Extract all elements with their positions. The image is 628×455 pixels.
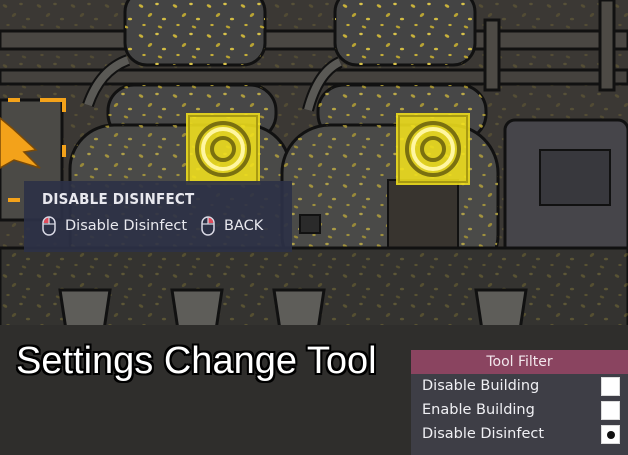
tool-filter-option-label: Disable Disinfect [422,426,545,442]
tool-filter-option-enable-building[interactable]: Enable Building [411,398,628,422]
tool-action-row: Disable Disinfect BACK [42,216,292,236]
tool-title: DISABLE DISINFECT [42,190,195,208]
tool-filter-radio[interactable] [601,401,620,420]
tool-hover-card: DISABLE DISINFECT Disable Disinfect BACK [24,181,292,252]
tool-filter-title: Tool Filter [411,350,628,374]
radio-selected-dot [607,431,615,439]
tool-filter-option-disable-building[interactable]: Disable Building [411,374,628,398]
tool-filter-option-label: Disable Building [422,378,540,394]
tool-filter-option-label: Enable Building [422,402,535,418]
tool-filter-panel: Tool Filter Disable Building Enable Buil… [411,350,628,455]
right-mouse-button-icon [201,216,215,236]
disinfect-status-icon[interactable] [186,113,260,185]
tool-filter-option-disable-disinfect[interactable]: Disable Disinfect [411,422,628,446]
secondary-action-label: BACK [224,218,264,234]
tool-filter-radio-selected[interactable] [601,425,620,444]
video-caption: Settings Change Tool [16,340,377,382]
primary-action-label: Disable Disinfect [65,218,188,234]
left-mouse-button-icon [42,216,56,236]
disinfect-status-icon[interactable] [396,113,470,185]
tool-filter-radio[interactable] [601,377,620,396]
